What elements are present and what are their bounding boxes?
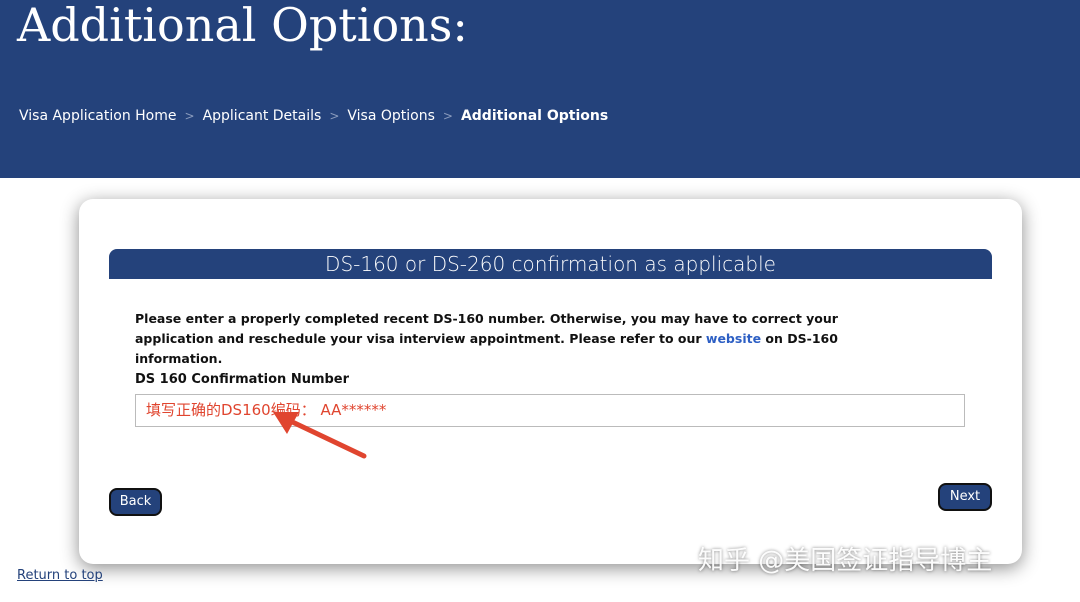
intro-text: Please enter a properly completed recent… — [135, 309, 915, 369]
return-to-top-link[interactable]: Return to top — [17, 568, 103, 583]
breadcrumb-visa-options[interactable]: Visa Options — [347, 108, 435, 124]
breadcrumb-current: Additional Options — [460, 108, 609, 124]
page-title: Additional Options: — [17, 0, 468, 52]
form-card: DS-160 or DS-260 confirmation as applica… — [79, 199, 1022, 564]
breadcrumb-separator: > — [184, 109, 195, 123]
watermark: 知乎 @美国签证指导博主 — [698, 546, 993, 576]
section-title: DS-160 or DS-260 confirmation as applica… — [109, 249, 992, 279]
breadcrumb-home[interactable]: Visa Application Home — [19, 108, 177, 124]
ds160-input[interactable]: 填写正确的DS160编码： AA****** — [135, 394, 965, 427]
ds160-label: DS 160 Confirmation Number — [135, 372, 350, 387]
website-link[interactable]: website — [706, 331, 761, 346]
breadcrumb: Visa Application Home > Applicant Detail… — [19, 108, 608, 124]
breadcrumb-separator: > — [329, 109, 340, 123]
breadcrumb-applicant-details[interactable]: Applicant Details — [203, 108, 322, 124]
next-button[interactable]: Next — [938, 483, 992, 511]
back-button[interactable]: Back — [109, 488, 162, 516]
annotation-arrow-icon — [273, 412, 367, 459]
page-header: Additional Options: Visa Application Hom… — [0, 0, 1080, 178]
breadcrumb-separator: > — [442, 109, 453, 123]
